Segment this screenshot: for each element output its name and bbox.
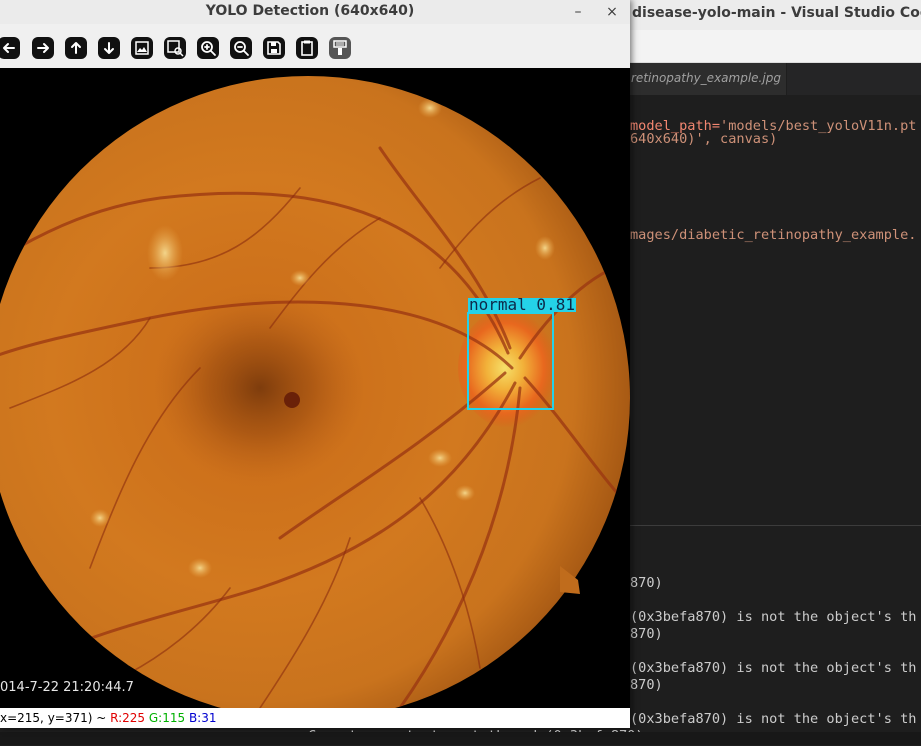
terminal-line: 870) bbox=[630, 677, 663, 693]
image-timestamp: 014-7-22 21:20:44.7 bbox=[0, 680, 134, 695]
terminal-line: (0x3befa870) is not the object's th bbox=[630, 711, 917, 727]
yolo-detection-window: YOLO Detection (640x640) – × normal 0.81… bbox=[0, 0, 630, 728]
arrow-left-icon[interactable] bbox=[0, 36, 21, 60]
arrow-right-icon[interactable] bbox=[31, 36, 55, 60]
vscode-statusbar bbox=[0, 732, 921, 745]
green-value: G:115 bbox=[148, 711, 186, 725]
terminal-line: 870) bbox=[630, 575, 663, 591]
code-line-3: mages/diabetic_retinopathy_example. bbox=[630, 227, 917, 243]
code-line-2: 640x640)', canvas) bbox=[630, 131, 778, 147]
terminal-line: (0x3befa870) is not the object's th bbox=[630, 660, 917, 676]
cursor-coords: x=215, y=371) ~ bbox=[0, 711, 111, 725]
detection-label: normal 0.81 bbox=[468, 295, 576, 314]
yolo-window-title: YOLO Detection (640x640) bbox=[205, 3, 415, 19]
vscode-window-title: disease-yolo-main - Visual Studio Code bbox=[632, 5, 921, 21]
close-button[interactable]: × bbox=[602, 2, 622, 22]
yolo-toolbar bbox=[0, 24, 630, 68]
red-value: R:225 bbox=[110, 711, 146, 725]
terminal-line: (0x3befa870) is not the object's th bbox=[630, 609, 917, 625]
editor-tab-label: retinopathy_example.jpg bbox=[631, 71, 781, 85]
save-icon[interactable] bbox=[262, 36, 286, 60]
pixel-status-bar: x=215, y=371) ~ R:225 G:115 B:31 bbox=[0, 708, 630, 728]
detection-canvas[interactable]: normal 0.81 014-7-22 21:20:44.7 bbox=[0, 68, 630, 708]
image-zoom-icon[interactable] bbox=[163, 36, 187, 60]
arrow-up-icon[interactable] bbox=[64, 36, 88, 60]
terminal-line: 870) bbox=[630, 626, 663, 642]
zoom-out-icon[interactable] bbox=[229, 36, 253, 60]
blue-value: B:31 bbox=[188, 711, 217, 725]
arrow-down-icon[interactable] bbox=[97, 36, 121, 60]
minimize-button[interactable]: – bbox=[568, 2, 588, 22]
zoom-in-icon[interactable] bbox=[196, 36, 220, 60]
detection-bounding-box bbox=[467, 312, 554, 410]
properties-icon[interactable] bbox=[328, 36, 352, 60]
clipboard-icon[interactable] bbox=[295, 36, 319, 60]
image-icon[interactable] bbox=[130, 36, 154, 60]
yolo-titlebar[interactable]: YOLO Detection (640x640) – × bbox=[0, 0, 630, 24]
